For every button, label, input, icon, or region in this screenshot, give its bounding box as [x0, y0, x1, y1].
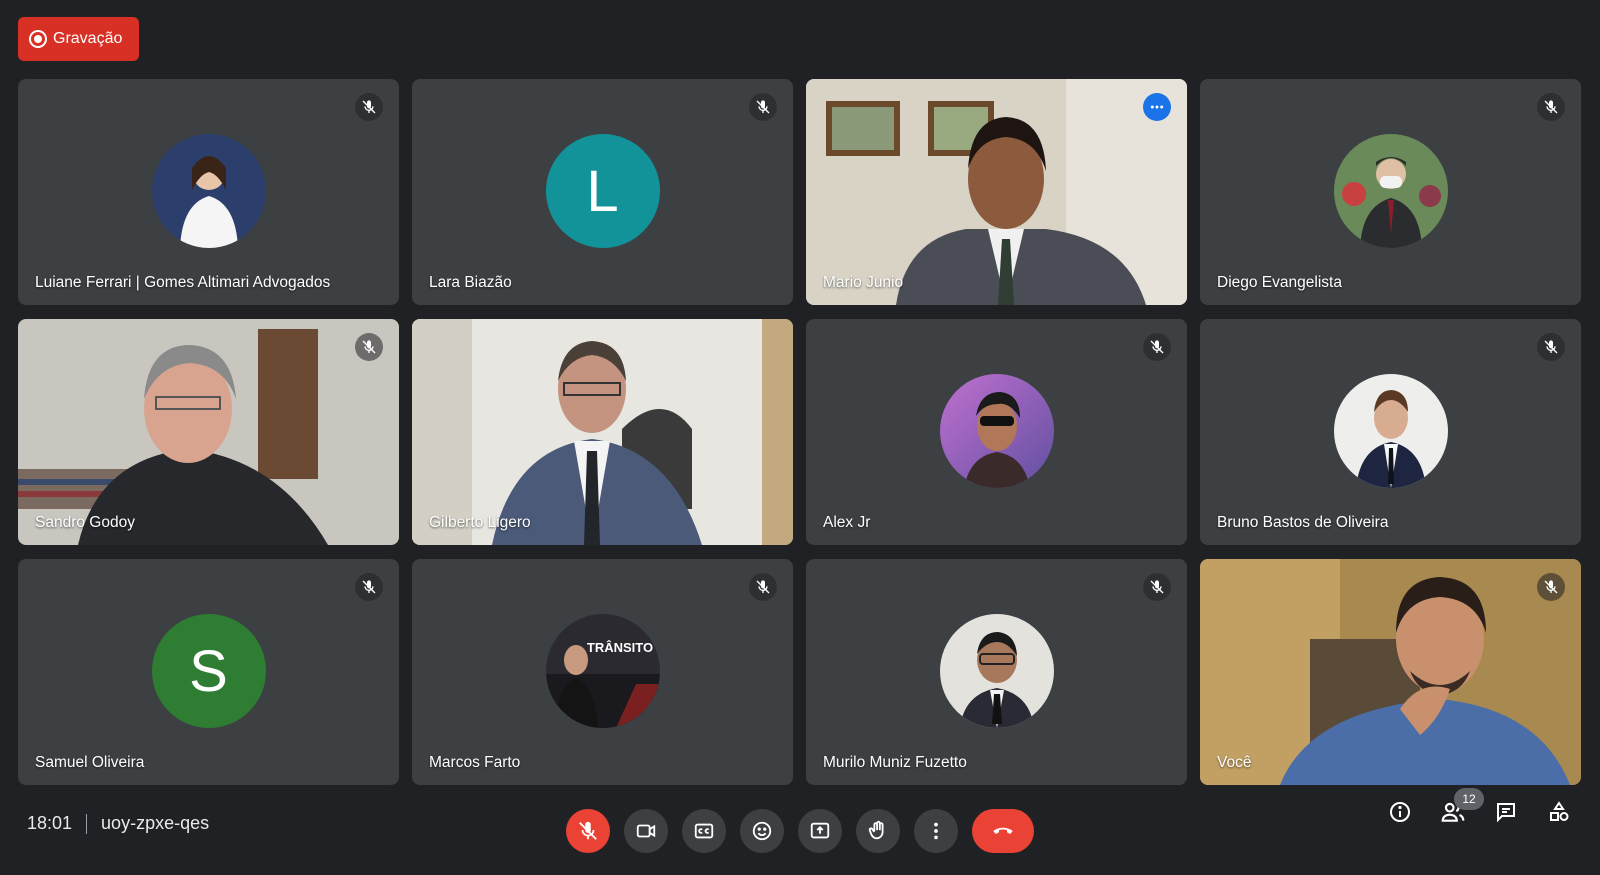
more-options-icon[interactable] — [1143, 93, 1171, 121]
meeting-code[interactable]: uoy-zpxe-qes — [101, 813, 209, 834]
participant-video — [412, 319, 793, 545]
participant-tile[interactable]: Murilo Muniz Fuzetto — [806, 559, 1187, 785]
mic-off-icon — [1537, 573, 1565, 601]
meeting-time: 18:01 — [27, 813, 73, 833]
record-icon — [29, 30, 47, 48]
raise-hand-icon — [868, 820, 884, 840]
raise-hand-button[interactable] — [856, 809, 900, 853]
mic-off-icon — [355, 573, 383, 601]
participant-video — [18, 319, 399, 545]
avatar-initial: L — [586, 158, 619, 224]
mic-off-icon — [579, 821, 597, 840]
hang-up-icon — [993, 827, 1013, 835]
participant-tile[interactable]: L Lara Biazão — [412, 79, 793, 305]
present-screen-button[interactable] — [798, 809, 842, 853]
participant-video — [806, 79, 1187, 305]
mic-off-icon — [749, 573, 777, 601]
avatar: L — [545, 134, 660, 248]
participant-name: Sandro Godoy — [35, 514, 135, 531]
chat-button[interactable] — [1492, 798, 1520, 826]
participant-tile[interactable]: Luiane Ferrari | Gomes Altimari Advogado… — [18, 79, 399, 305]
activities-button[interactable] — [1545, 798, 1573, 826]
divider — [86, 813, 88, 834]
avatar — [939, 614, 1054, 728]
avatar: S — [151, 614, 266, 728]
participant-name: Samuel Oliveira — [35, 754, 145, 771]
present-icon — [810, 822, 830, 839]
chat-icon — [1497, 803, 1515, 823]
participant-name: Murilo Muniz Fuzetto — [823, 754, 967, 771]
participant-name: Luiane Ferrari | Gomes Altimari Advogado… — [35, 274, 331, 291]
activities-icon — [1550, 801, 1569, 821]
emoji-reaction-button[interactable] — [740, 809, 784, 853]
captions-icon — [694, 823, 714, 839]
avatar: TRÂNSITO — [545, 614, 660, 728]
recording-label: Gravação — [53, 30, 123, 47]
meeting-details-button[interactable] — [1386, 798, 1414, 826]
participant-tile[interactable]: Alex Jr — [806, 319, 1187, 545]
avatar-banner-text: TRÂNSITO — [586, 640, 652, 655]
mic-off-icon — [1143, 333, 1171, 361]
avatar — [151, 134, 266, 248]
participant-name: Diego Evangelista — [1217, 274, 1342, 291]
participant-tile[interactable]: Bruno Bastos de Oliveira — [1200, 319, 1581, 545]
participant-name: Gilberto Ligero — [429, 514, 531, 531]
bottom-toolbar: 18:01 uoy-zpxe-qes — [0, 790, 1600, 875]
participant-name: Mario Junio — [823, 274, 904, 291]
camera-toggle-button[interactable] — [624, 809, 668, 853]
mic-toggle-button[interactable] — [566, 809, 610, 853]
more-options-button[interactable] — [914, 809, 958, 853]
participant-tile-self[interactable]: Você — [1200, 559, 1581, 785]
mic-off-icon — [1537, 333, 1565, 361]
emoji-icon — [752, 821, 772, 841]
participant-tile[interactable]: Diego Evangelista — [1200, 79, 1581, 305]
recording-badge[interactable]: Gravação — [18, 17, 139, 61]
camera-icon — [636, 824, 656, 838]
participant-name: Bruno Bastos de Oliveira — [1217, 514, 1389, 531]
mic-off-icon — [1537, 93, 1565, 121]
leave-call-button[interactable] — [972, 809, 1034, 853]
mic-off-icon — [749, 93, 777, 121]
avatar-initial: S — [189, 638, 228, 704]
participant-grid: Luiane Ferrari | Gomes Altimari Advogado… — [18, 79, 1583, 787]
participant-tile[interactable]: Gilberto Ligero — [412, 319, 793, 545]
captions-button[interactable] — [682, 809, 726, 853]
more-options-icon — [934, 822, 938, 840]
participant-name: Lara Biazão — [429, 274, 512, 291]
info-icon — [1390, 802, 1410, 822]
mic-off-icon — [355, 333, 383, 361]
mic-off-icon — [1143, 573, 1171, 601]
participant-name: Você — [1217, 754, 1252, 771]
avatar — [1333, 374, 1448, 488]
participant-tile-active[interactable]: Mario Junio — [806, 79, 1187, 305]
participant-name: Alex Jr — [823, 514, 871, 531]
participant-count-badge: 12 — [1454, 788, 1484, 810]
avatar — [939, 374, 1054, 488]
participant-tile[interactable]: TRÂNSITO Marcos Farto — [412, 559, 793, 785]
avatar — [1333, 134, 1448, 248]
call-controls — [566, 809, 1034, 853]
participant-video — [1200, 559, 1581, 785]
participant-tile[interactable]: S Samuel Oliveira — [18, 559, 399, 785]
participant-tile[interactable]: Sandro Godoy — [18, 319, 399, 545]
mic-off-icon — [355, 93, 383, 121]
participant-name: Marcos Farto — [429, 754, 521, 771]
meeting-info: 18:01 uoy-zpxe-qes — [27, 813, 209, 834]
